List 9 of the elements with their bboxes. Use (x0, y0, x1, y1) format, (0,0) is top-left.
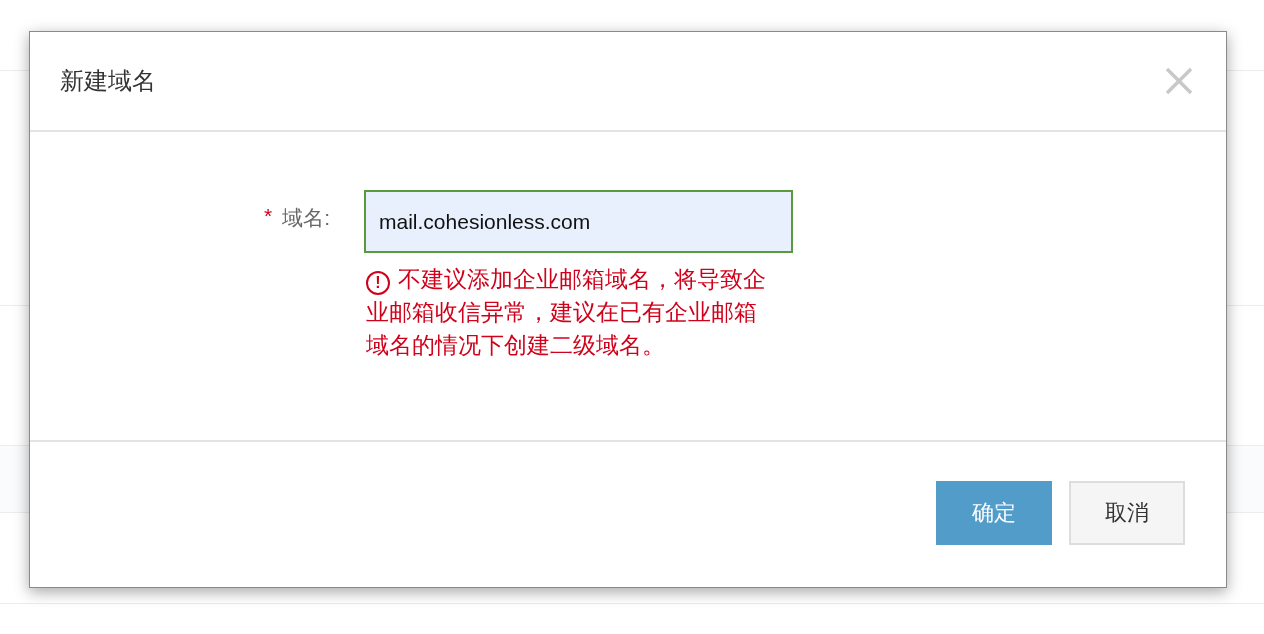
warning-icon: ! (366, 271, 390, 295)
error-message: ! 不建议添加企业邮箱域名，将导致企业邮箱收信异常，建议在已有企业邮箱域名的情况下创建二级域名。 (366, 265, 766, 360)
close-button[interactable] (1164, 66, 1194, 96)
close-icon (1164, 66, 1194, 96)
required-mark: * (263, 204, 273, 229)
domain-input-field[interactable]: mail.cohesionless.com (364, 190, 793, 253)
dialog-title: 新建域名 (60, 66, 156, 96)
field-label: 域名: (282, 205, 330, 231)
cancel-button[interactable]: 取消 (1069, 481, 1185, 545)
